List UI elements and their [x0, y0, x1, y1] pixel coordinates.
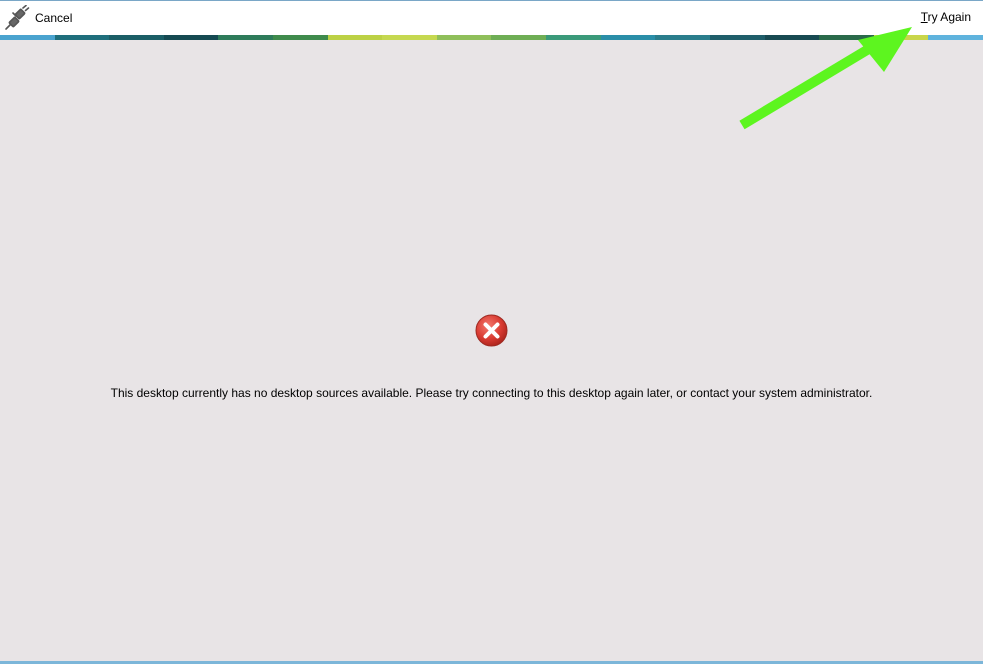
- try-again-mnemonic: T: [920, 10, 928, 24]
- main-content: This desktop currently has no desktop so…: [0, 40, 983, 661]
- top-toolbar: Cancel Try Again: [0, 0, 983, 35]
- try-again-label: ry Again: [927, 10, 971, 24]
- error-message: This desktop currently has no desktop so…: [110, 386, 873, 400]
- error-x-icon: [475, 314, 508, 347]
- cancel-label: Cancel: [35, 11, 73, 25]
- try-again-button[interactable]: Try Again: [921, 10, 971, 24]
- plug-disconnect-icon: [5, 5, 30, 30]
- cancel-button[interactable]: Cancel: [4, 5, 72, 31]
